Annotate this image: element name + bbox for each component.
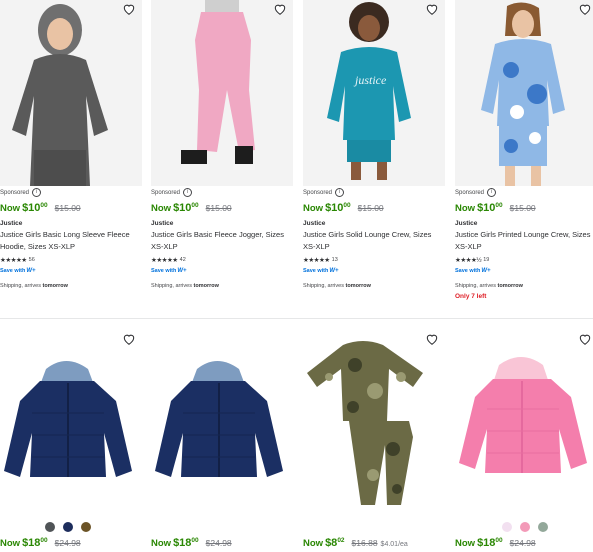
was-price: $15.00 <box>357 203 384 213</box>
product-image[interactable] <box>455 0 593 186</box>
product-title[interactable]: Justice Girls Solid Lounge Crew, Sizes X… <box>303 229 445 253</box>
rating-stars: ★★★★★ <box>0 257 27 264</box>
rating: ★★★★★ 42 <box>151 256 186 264</box>
info-icon[interactable]: i <box>32 188 42 197</box>
sponsored-label: Sponsored i <box>151 188 193 197</box>
heart-outline-icon <box>579 4 591 15</box>
color-swatches <box>45 522 91 532</box>
girl-pink-jogger-icon <box>181 0 255 170</box>
favorite-button[interactable] <box>578 332 592 346</box>
heart-outline-icon <box>123 4 135 15</box>
walmart-plus-icon: W+ <box>329 268 339 274</box>
rating: ★★★★★ 56 <box>0 256 35 264</box>
camo-pajama-set-icon <box>307 341 423 505</box>
navy-puffer-jacket-icon <box>4 361 132 477</box>
rating-stars: ★★★★★ <box>151 257 178 264</box>
price: Now $18 00 $24.98 <box>151 537 232 549</box>
favorite-button[interactable] <box>122 2 136 16</box>
shipping-info: Shipping, arrives tomorrow <box>0 283 68 289</box>
was-price: $24.98 <box>509 538 536 548</box>
was-price: $15.00 <box>205 203 232 213</box>
favorite-button[interactable] <box>122 332 136 346</box>
color-swatch[interactable] <box>520 522 530 532</box>
color-swatch[interactable] <box>45 522 55 532</box>
walmart-plus-badge: Save with W+ <box>151 268 187 274</box>
girl-teal-crew-icon: justice <box>327 2 411 180</box>
color-swatch[interactable] <box>502 522 512 532</box>
svg-text:justice: justice <box>353 73 387 87</box>
walmart-plus-icon: W+ <box>481 268 491 274</box>
walmart-plus-badge: Save with W+ <box>303 268 339 274</box>
info-icon[interactable]: i <box>183 188 193 197</box>
product-image[interactable] <box>151 325 293 513</box>
was-price: $24.98 <box>54 538 81 548</box>
was-price: $15.00 <box>509 203 536 213</box>
price: Now $18 00 $24.98 <box>455 537 536 549</box>
sponsored-label: Sponsored i <box>455 188 497 197</box>
review-count: 13 <box>331 257 338 263</box>
brand-name: Justice <box>303 220 326 227</box>
walmart-plus-badge: Save with W+ <box>0 268 36 274</box>
product-title[interactable]: Justice Girls Basic Fleece Jogger, Sizes… <box>151 229 293 253</box>
heart-outline-icon <box>579 334 591 345</box>
color-swatch[interactable] <box>63 522 73 532</box>
was-price: $24.98 <box>205 538 232 548</box>
product-title[interactable]: Justice Girls Printed Lounge Crew, Sizes… <box>455 229 593 253</box>
pink-puffer-jacket-icon <box>459 357 587 473</box>
brand-name: Justice <box>151 220 174 227</box>
unit-price: $4.01/ea <box>380 541 408 548</box>
was-price: $16.88 <box>351 538 378 548</box>
product-image[interactable]: justice <box>303 0 445 186</box>
rating: ★★★★½ 19 <box>455 256 489 264</box>
product-image[interactable] <box>0 325 142 513</box>
info-icon[interactable]: i <box>487 188 497 197</box>
sponsored-label: Sponsored i <box>0 188 42 197</box>
rating: ★★★★★ 13 <box>303 256 338 264</box>
walmart-plus-icon: W+ <box>177 268 187 274</box>
shipping-info: Shipping, arrives tomorrow <box>455 283 523 289</box>
rating-stars: ★★★★½ <box>455 257 482 264</box>
navy-puffer-jacket-icon <box>155 361 283 477</box>
walmart-plus-icon: W+ <box>26 268 36 274</box>
price: Now $18 00 $24.98 <box>0 537 81 549</box>
rating-stars: ★★★★★ <box>303 257 330 264</box>
shipping-info: Shipping, arrives tomorrow <box>151 283 219 289</box>
brand-name: Justice <box>455 220 478 227</box>
was-price: $15.00 <box>54 203 81 213</box>
favorite-button[interactable] <box>425 2 439 16</box>
price: Now $10 00 $15.00 <box>151 202 232 214</box>
girl-grey-hoodie-icon <box>12 4 108 186</box>
sponsored-label: Sponsored i <box>303 188 345 197</box>
row-divider <box>0 318 593 319</box>
stock-warning: Only 7 left <box>455 293 487 300</box>
heart-outline-icon <box>426 334 438 345</box>
product-image[interactable] <box>303 325 445 513</box>
info-icon[interactable]: i <box>335 188 345 197</box>
color-swatch[interactable] <box>81 522 91 532</box>
product-image[interactable] <box>455 325 593 513</box>
girl-tie-dye-crew-icon <box>481 2 565 186</box>
product-image[interactable] <box>151 0 293 186</box>
heart-outline-icon <box>426 4 438 15</box>
color-swatch[interactable] <box>538 522 548 532</box>
color-swatches <box>502 522 548 532</box>
product-image[interactable] <box>0 0 142 186</box>
review-count: 42 <box>179 257 186 263</box>
walmart-plus-badge: Save with W+ <box>455 268 491 274</box>
review-count: 19 <box>483 257 490 263</box>
price: Now $10 00 $15.00 <box>0 202 81 214</box>
price: Now $10 00 $15.00 <box>303 202 384 214</box>
brand-name: Justice <box>0 220 23 227</box>
heart-outline-icon <box>123 334 135 345</box>
price: Now $10 00 $15.00 <box>455 202 536 214</box>
favorite-button[interactable] <box>425 332 439 346</box>
heart-outline-icon <box>274 4 286 15</box>
review-count: 56 <box>28 257 35 263</box>
product-title[interactable]: Justice Girls Basic Long Sleeve Fleece H… <box>0 229 142 253</box>
price: Now $8 02 $16.88 $4.01/ea <box>303 537 408 549</box>
favorite-button[interactable] <box>578 2 592 16</box>
shipping-info: Shipping, arrives tomorrow <box>303 283 371 289</box>
favorite-button[interactable] <box>273 2 287 16</box>
